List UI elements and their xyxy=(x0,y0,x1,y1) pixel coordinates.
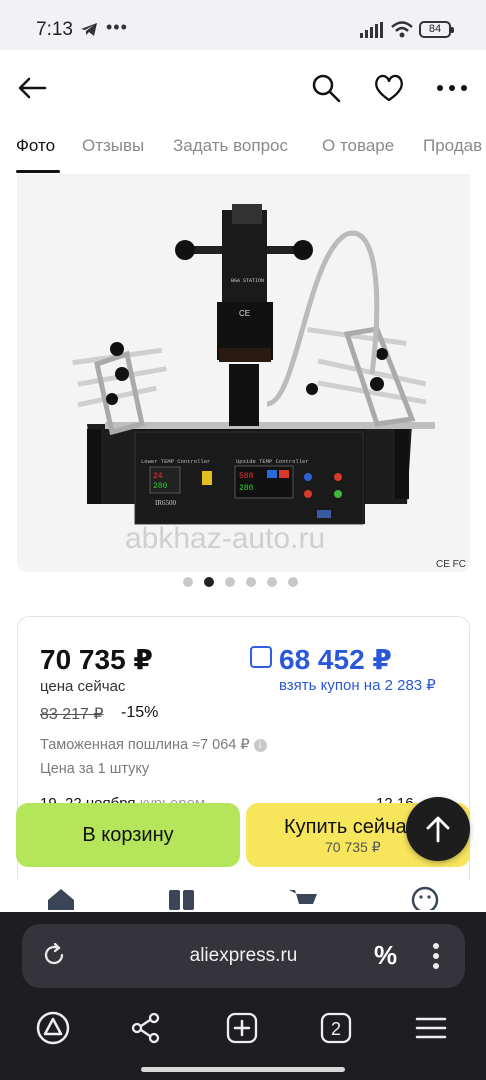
address-bar[interactable]: aliexpress.ru % xyxy=(22,924,465,988)
watermark: abkhaz-auto.ru xyxy=(125,522,326,555)
gallery-dot[interactable] xyxy=(225,577,235,587)
svg-text:24: 24 xyxy=(153,472,163,481)
arrow-up-icon xyxy=(426,816,450,843)
search-icon xyxy=(312,74,341,103)
home-icon[interactable] xyxy=(46,886,76,910)
tab-ask-question[interactable]: Задать вопрос xyxy=(173,136,288,156)
device-model-label: IR6500 xyxy=(155,499,177,507)
percent-icon[interactable]: % xyxy=(374,940,397,971)
gallery-pagination xyxy=(183,577,298,587)
info-icon[interactable]: i xyxy=(253,739,267,752)
gallery-dot[interactable] xyxy=(267,577,277,587)
svg-text:BGA STATION: BGA STATION xyxy=(231,278,264,284)
current-price-label: цена сейчас xyxy=(40,678,126,695)
scroll-to-top-button[interactable] xyxy=(406,797,470,861)
signal-icon xyxy=(360,22,383,38)
product-image-gallery[interactable]: Lower TEMP Controller 24 280 IR6500 Upsi… xyxy=(17,174,470,572)
more-horizontal-icon xyxy=(437,85,467,91)
tabs-button[interactable]: 2 xyxy=(316,1010,356,1046)
alice-icon xyxy=(36,1011,70,1045)
lower-controller-label: Lower TEMP Controller xyxy=(141,458,210,465)
battery-indicator: 84 xyxy=(419,21,454,38)
telegram-icon xyxy=(81,23,97,36)
wifi-icon xyxy=(391,21,413,38)
tab-about-product[interactable]: О товаре xyxy=(322,136,394,156)
plus-square-icon xyxy=(226,1012,258,1044)
cart-icon[interactable] xyxy=(287,886,319,910)
unit-price-note: Цена за 1 штуку xyxy=(40,761,150,777)
gallery-dot[interactable] xyxy=(288,577,298,587)
url-text[interactable]: aliexpress.ru xyxy=(22,945,465,967)
gallery-dot-active[interactable] xyxy=(204,577,214,587)
customs-duty: Таможенная пошлина ≈7 064 ₽ i xyxy=(40,737,267,753)
buy-now-label: Купить сейчас xyxy=(284,816,417,838)
favorite-button[interactable] xyxy=(369,68,409,108)
tab-seller[interactable]: Продав xyxy=(423,136,482,156)
svg-text:280: 280 xyxy=(153,482,168,491)
status-time: 7:13 xyxy=(36,19,73,40)
search-button[interactable] xyxy=(306,68,346,108)
discount-badge: -15% xyxy=(121,704,159,721)
svg-text:CE: CE xyxy=(239,309,250,318)
coupon-price[interactable]: 68 452 ₽ xyxy=(279,643,392,676)
product-image: Lower TEMP Controller 24 280 IR6500 Upsi… xyxy=(72,204,435,525)
section-tabs: Фото Отзывы Задать вопрос О товаре Прода… xyxy=(0,128,486,174)
app-bottom-nav xyxy=(0,880,486,914)
more-menu-button[interactable] xyxy=(432,68,472,108)
gallery-dot[interactable] xyxy=(183,577,193,587)
catalog-icon[interactable] xyxy=(168,886,196,910)
alice-button[interactable] xyxy=(33,1010,73,1046)
new-tab-button[interactable] xyxy=(222,1010,262,1046)
customs-duty-text: Таможенная пошлина ≈7 064 ₽ xyxy=(40,737,250,753)
certification-marks: CE FC xyxy=(436,559,466,570)
add-to-cart-button[interactable]: В корзину xyxy=(16,803,240,867)
coupon-checkbox[interactable] xyxy=(250,646,272,668)
gesture-bar xyxy=(141,1067,345,1072)
more-vertical-icon[interactable] xyxy=(432,942,440,970)
price-card: 70 735 ₽ цена сейчас 83 217 ₽ -15% 68 45… xyxy=(17,616,470,916)
profile-icon[interactable] xyxy=(411,886,439,910)
back-button[interactable] xyxy=(12,68,52,108)
tab-count: 2 xyxy=(331,1019,341,1039)
tab-photo[interactable]: Фото xyxy=(16,136,55,156)
gallery-dot[interactable] xyxy=(246,577,256,587)
active-tab-indicator xyxy=(16,170,60,173)
upper-controller-label: Upside TEMP Controller xyxy=(236,458,309,465)
arrow-left-icon xyxy=(18,77,47,99)
hamburger-menu-icon xyxy=(415,1017,447,1039)
heart-icon xyxy=(375,74,403,102)
svg-text:588: 588 xyxy=(239,472,254,481)
more-notifications-icon: ••• xyxy=(106,17,128,37)
old-price: 83 217 ₽ xyxy=(40,706,104,723)
buy-now-price: 70 735 ₽ xyxy=(325,839,381,855)
browser-menu-button[interactable] xyxy=(411,1010,451,1046)
browser-chrome: aliexpress.ru % 2 xyxy=(0,912,486,1080)
coupon-link[interactable]: взять купон на 2 283 ₽ xyxy=(279,676,436,694)
status-bar: 7:13 ••• 84 xyxy=(0,0,486,50)
svg-text:280: 280 xyxy=(239,484,254,493)
tabs-count-icon: 2 xyxy=(320,1012,352,1044)
share-icon xyxy=(131,1012,160,1044)
product-header xyxy=(0,50,486,128)
share-button[interactable] xyxy=(126,1010,166,1046)
current-price: 70 735 ₽ xyxy=(40,644,153,675)
tab-reviews[interactable]: Отзывы xyxy=(82,136,144,156)
